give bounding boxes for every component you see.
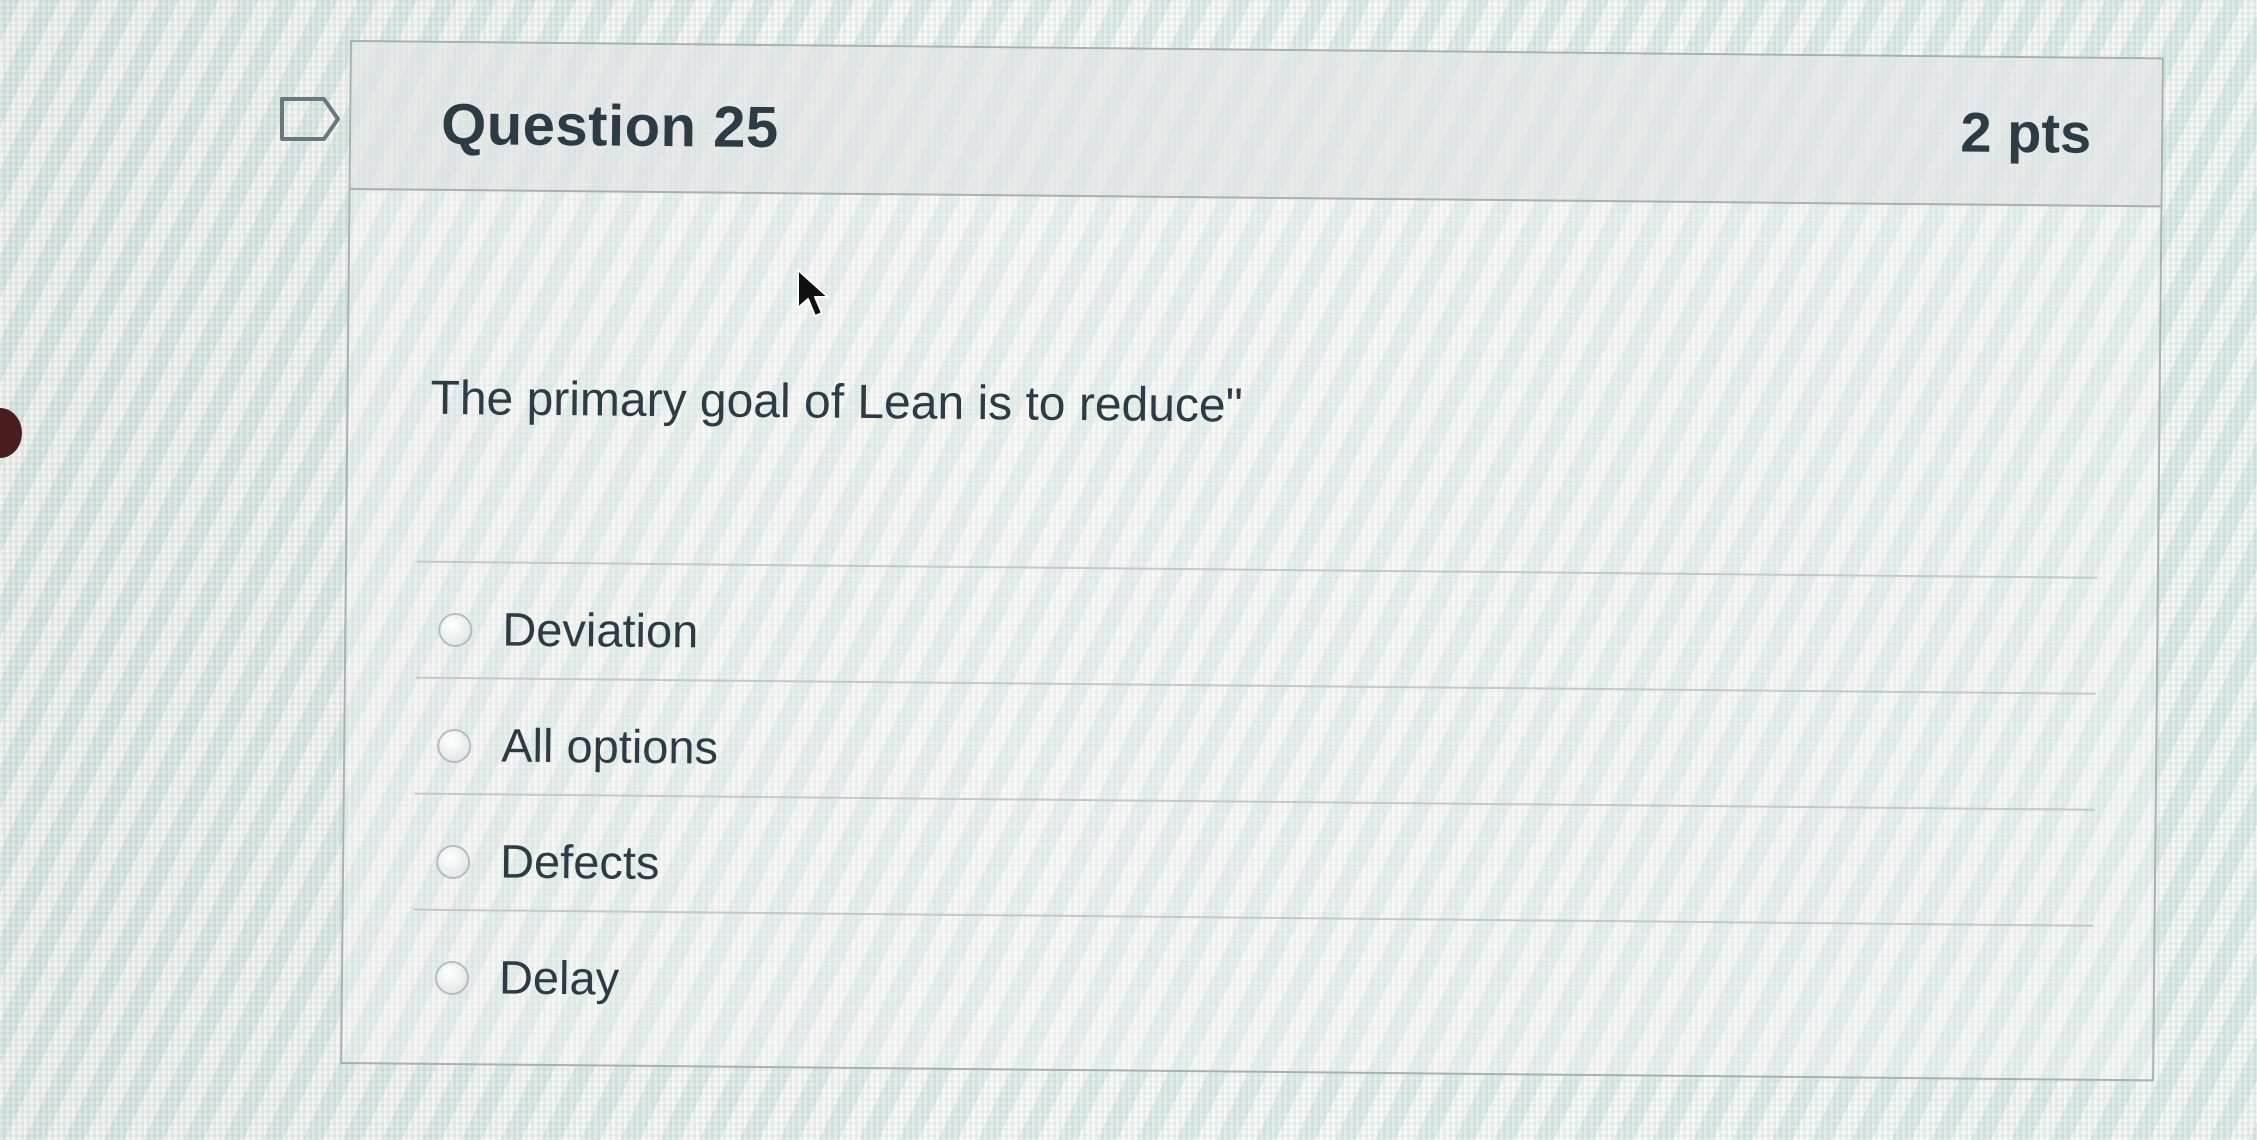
question-card: Question 25 2 pts The primary goal of Le… (340, 40, 2164, 1082)
answer-list: Deviation All options Defects Delay (412, 560, 2097, 1041)
answer-label[interactable]: Delay (499, 949, 620, 1005)
radio-button[interactable] (438, 612, 473, 648)
answer-option-defects[interactable]: Defects (413, 792, 2095, 925)
question-title: Question 25 (440, 91, 779, 161)
question-header: Question 25 2 pts (350, 42, 2162, 208)
edge-dot (0, 408, 22, 458)
answer-option-all-options[interactable]: All options (414, 676, 2096, 809)
answer-label[interactable]: Defects (500, 833, 660, 890)
radio-button[interactable] (434, 960, 470, 996)
question-points: 2 pts (1960, 100, 2092, 165)
radio-button[interactable] (435, 844, 471, 880)
question-body: The primary goal of Lean is to reduce" D… (342, 190, 2160, 1079)
answer-label[interactable]: Deviation (502, 601, 698, 658)
answer-label[interactable]: All options (501, 717, 718, 774)
answer-option-delay[interactable]: Delay (412, 908, 2094, 1041)
flag-icon[interactable] (278, 95, 344, 143)
mouse-cursor-icon (797, 269, 829, 317)
radio-button[interactable] (437, 728, 472, 764)
question-text: The primary goal of Lean is to reduce" (430, 371, 1243, 433)
answer-option-deviation[interactable]: Deviation (415, 560, 2097, 693)
